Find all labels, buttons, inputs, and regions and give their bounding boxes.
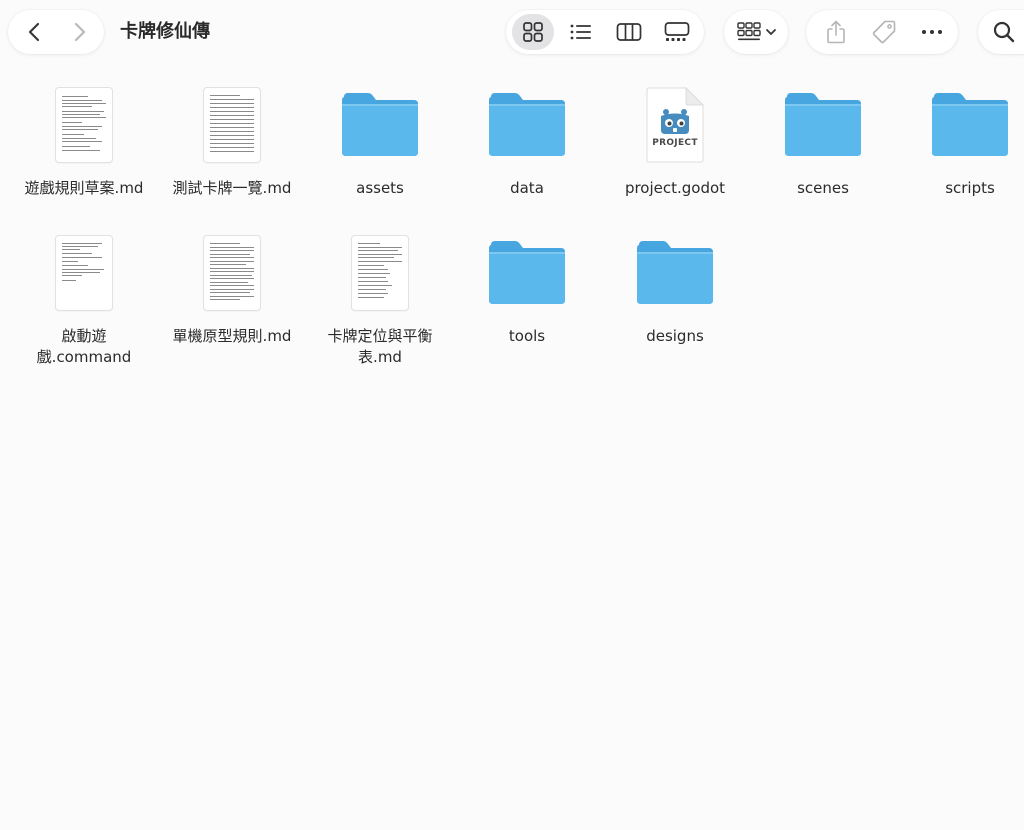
grid-icon (523, 22, 543, 42)
search-button[interactable] (984, 10, 1024, 54)
file-name: data (510, 179, 544, 197)
window-title: 卡牌修仙傳 (120, 21, 210, 42)
group-by-button[interactable] (728, 10, 786, 54)
group-grid-icon (737, 22, 761, 41)
markdown-document-icon (204, 88, 260, 162)
file-name: scripts (945, 179, 995, 197)
file-name: tools (508, 327, 546, 345)
file-name: 測試卡牌一覽.md (172, 179, 292, 197)
file-name: 遊戲規則草案.md (24, 179, 144, 197)
markdown-document-icon (204, 236, 260, 310)
toolbar: 卡牌修仙傳 (0, 0, 1024, 64)
file-name: 卡牌定位與平衡表.md (327, 327, 433, 366)
project-badge: PROJECT (652, 138, 698, 148)
chevron-down-icon (766, 29, 776, 35)
tags-button[interactable] (862, 10, 906, 54)
command-script-icon (56, 236, 112, 310)
back-button[interactable] (14, 10, 54, 54)
more-button[interactable] (910, 10, 954, 54)
icon-view-button[interactable] (512, 10, 554, 54)
forward-button[interactable] (60, 10, 100, 54)
gallery-view-button[interactable] (656, 10, 698, 54)
folder-icon (342, 93, 418, 156)
file-name: designs (646, 327, 704, 345)
godot-project-icon (646, 87, 704, 163)
chevron-right-icon (74, 22, 86, 42)
file-name: 單機原型規則.md (172, 327, 292, 345)
folder-icon (637, 241, 713, 304)
folder-icon (489, 241, 565, 304)
gallery-icon (664, 22, 690, 41)
ellipsis-icon (922, 30, 942, 34)
markdown-document-icon (352, 236, 408, 310)
share-icon (827, 20, 845, 44)
share-button[interactable] (814, 10, 858, 54)
columns-icon (616, 23, 642, 41)
file-name: 啟動遊戲.command (36, 327, 132, 366)
column-view-button[interactable] (608, 10, 650, 54)
chevron-left-icon (28, 22, 40, 42)
file-name: scenes (797, 179, 849, 197)
list-view-button[interactable] (560, 10, 602, 54)
tag-icon (872, 20, 896, 44)
file-name: assets (356, 179, 404, 197)
folder-icon (932, 93, 1008, 156)
folder-icon (489, 93, 565, 156)
file-name: project.godot (624, 179, 726, 197)
search-icon (993, 21, 1015, 43)
folder-icon (785, 93, 861, 156)
list-icon (570, 24, 591, 40)
markdown-document-icon (56, 88, 112, 162)
